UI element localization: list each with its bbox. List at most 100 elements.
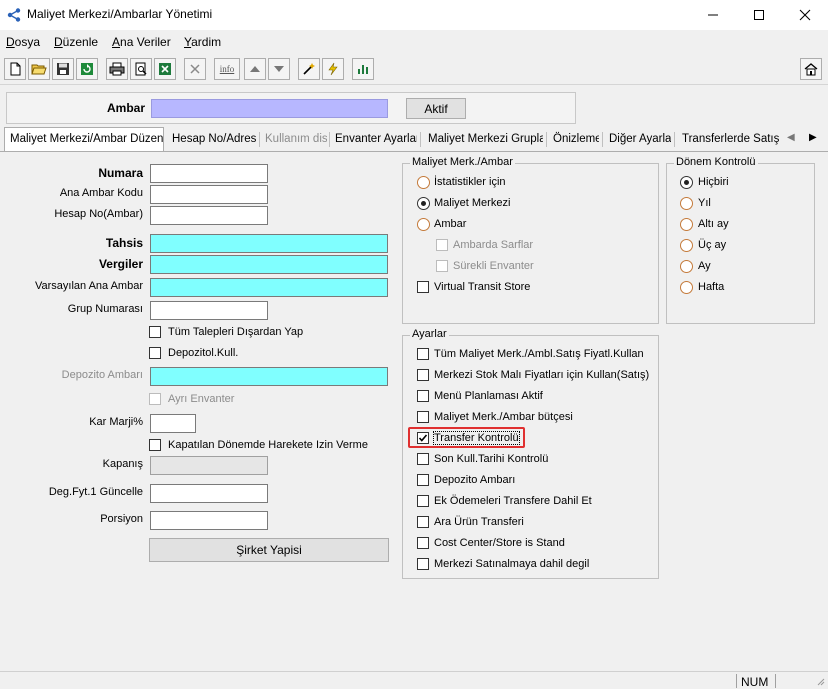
print-button[interactable] [106,58,128,80]
tab-transferlerde-satis[interactable]: Transferlerde Satış Fi [682,130,783,151]
kar-marji-input[interactable] [150,414,196,433]
tahsis-input[interactable] [150,234,388,253]
depozito-ambari-input[interactable] [150,367,388,386]
menu-dosya[interactable]: Dosya [6,35,40,49]
ambarda-sarflar-checkbox[interactable] [436,239,448,251]
ayar-ek-odemeler-label: Ek Ödemeleri Transfere Dahil Et [434,495,592,507]
istatistikler-radio[interactable] [417,176,430,189]
hafta-radio[interactable] [680,281,693,294]
ayar-depozito-ambari-checkbox[interactable] [417,474,429,486]
chart-button[interactable] [352,58,374,80]
ana-ambar-kodu-label: Ana Ambar Kodu [59,187,143,199]
move-down-button[interactable] [268,58,290,80]
home-button[interactable] [800,58,822,80]
ambar-label: Ambar [107,101,146,115]
tum-talepleri-checkbox[interactable] [149,326,161,338]
ayar-ek-odemeler-checkbox[interactable] [417,495,429,507]
excel-button[interactable] [154,58,176,80]
tab-maliyet-merkezi-ambar-duzenle[interactable]: Maliyet Merkezi/Ambar Düzenle [4,127,164,152]
status-separator [775,674,776,688]
header-panel: Ambar Aktif [6,92,576,124]
numara-input[interactable] [150,164,268,183]
hesap-no-input[interactable] [150,206,268,225]
maliyet-merkezi-radio[interactable] [417,197,430,210]
tum-talepleri-label: Tüm Talepleri Dışardan Yap [168,326,304,338]
maximize-button[interactable] [736,0,782,30]
lightning-button[interactable] [322,58,344,80]
depozitol-kull-checkbox[interactable] [149,347,161,359]
menu-bar: Dosya Düzenle Ana Veriler Yardim [0,31,828,53]
alti-ay-radio[interactable] [680,218,693,231]
ambar-radio[interactable] [417,218,430,231]
refresh-button[interactable] [76,58,98,80]
title-bar: Maliyet Merkezi/Ambarlar Yönetimi [0,0,828,30]
numara-label: Numara [98,166,143,180]
ayar-ara-urun-checkbox[interactable] [417,516,429,528]
menu-ana-veriler[interactable]: Ana Veriler [112,35,171,49]
close-button[interactable] [782,0,828,30]
deg-fyt-guncelle-input[interactable] [150,484,268,503]
tab-kullanim-disi[interactable]: Kullanım disi [265,130,327,151]
tab-scroll-left-icon[interactable]: ◀ [787,132,795,143]
print-preview-button[interactable] [130,58,152,80]
vergiler-input[interactable] [150,255,388,274]
ambar-radio-label: Ambar [434,218,467,230]
wand-button[interactable] [298,58,320,80]
ayar-son-kull-tarihi-checkbox[interactable] [417,453,429,465]
tab-envanter-ayarlari[interactable]: Envanter Ayarları [335,130,417,151]
delete-button[interactable] [184,58,206,80]
yil-radio[interactable] [680,197,693,210]
deg-fyt-guncelle-label: Deg.Fyt.1 Güncelle [48,486,143,498]
tab-hesap-no-adres[interactable]: Hesap No/Adres [172,130,257,151]
delete-icon [190,64,200,74]
sirket-yapisi-button[interactable]: Şirket Yapisi [149,538,389,562]
ayar-menu-planlamasi-checkbox[interactable] [417,390,429,402]
tab-scroll-right-icon[interactable]: ▶ [809,132,817,143]
kapatilan-donemde-checkbox[interactable] [149,439,161,451]
varsayilan-ana-ambar-input[interactable] [150,278,388,297]
ayri-envanter-checkbox[interactable] [149,393,161,405]
ayar-merkezi-satinalma-checkbox[interactable] [417,558,429,570]
move-up-button[interactable] [244,58,266,80]
ayar-transfer-kontrolu-checkbox[interactable] [417,432,429,444]
ayarlar-title: Ayarlar [410,328,449,340]
hicbiri-radio[interactable] [680,176,693,189]
tab-separator [674,132,675,147]
surekli-envanter-checkbox[interactable] [436,260,448,272]
tab-maliyet-merkezi-gruplari[interactable]: Maliyet Merkezi Grupları [428,130,543,151]
close-icon [799,9,811,21]
save-icon [57,63,69,75]
open-button[interactable] [28,58,50,80]
lightning-icon [328,62,338,76]
ambar-input[interactable] [151,99,388,118]
aktif-button[interactable]: Aktif [406,98,466,119]
tab-onizleme[interactable]: Önizleme [553,130,599,151]
tab-separator [602,132,603,147]
ayar-cost-center-checkbox[interactable] [417,537,429,549]
virtual-transit-checkbox[interactable] [417,281,429,293]
save-button[interactable] [52,58,74,80]
maliyet-merkezi-label: Maliyet Merkezi [434,197,511,209]
porsiyon-input[interactable] [150,511,268,530]
ana-ambar-kodu-input[interactable] [150,185,268,204]
tab-separator [420,132,421,147]
ayar-merkezi-stok-checkbox[interactable] [417,369,429,381]
menu-duzenle[interactable]: Düzenle [54,35,98,49]
ay-radio[interactable] [680,260,693,273]
new-icon [10,62,21,76]
minimize-button[interactable] [690,0,736,30]
menu-yardim[interactable]: Yardim [184,35,221,49]
grup-numarasi-input[interactable] [150,301,268,320]
uc-ay-radio[interactable] [680,239,693,252]
resize-grip-icon[interactable] [815,676,825,689]
print-icon [109,62,125,76]
new-button[interactable] [4,58,26,80]
info-button[interactable]: info [214,58,240,80]
open-icon [31,64,47,75]
kapanis-label: Kapanış [102,458,143,470]
uc-ay-label: Üç ay [698,239,727,251]
ayar-butce-checkbox[interactable] [417,411,429,423]
minimize-icon [708,14,718,16]
tab-diger-ayarlar[interactable]: Diğer Ayarlar [609,130,671,151]
ayar-tum-maliyet-checkbox[interactable] [417,348,429,360]
